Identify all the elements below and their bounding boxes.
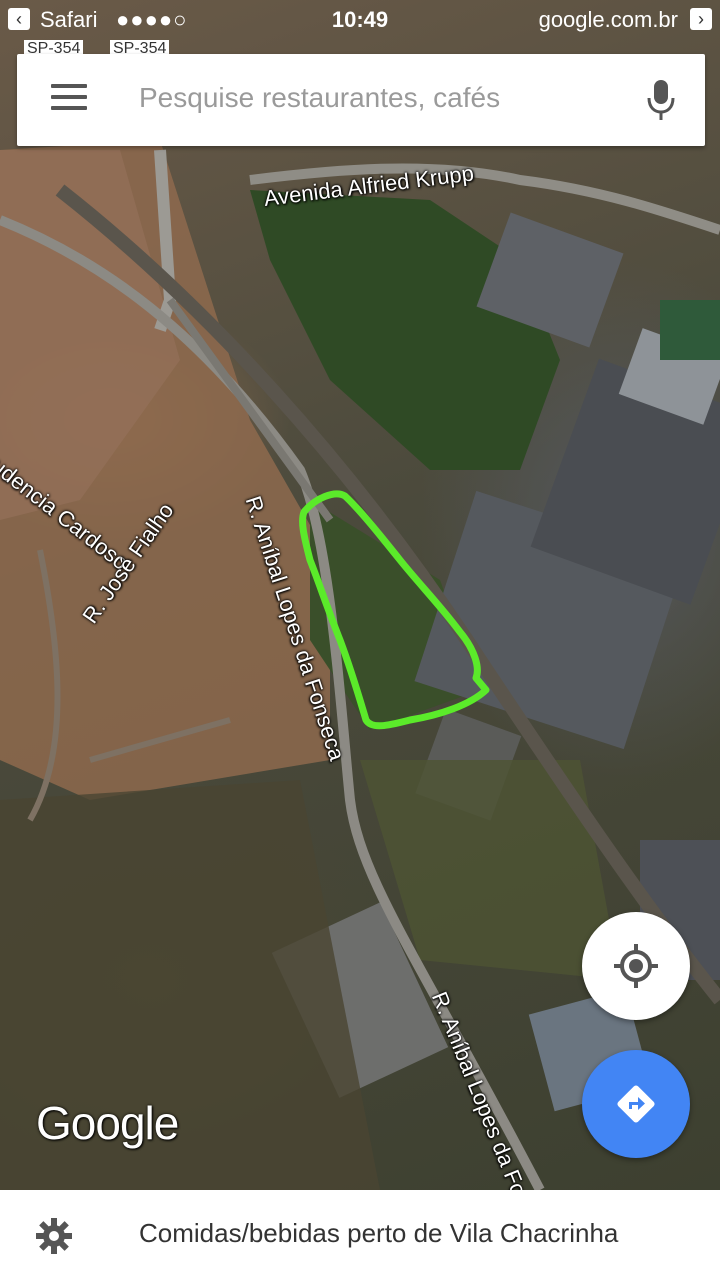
status-url: google.com.br (538, 7, 678, 32)
forward-icon[interactable]: › (690, 8, 712, 30)
directions-button[interactable] (582, 1050, 690, 1158)
status-bar: ‹ Safari ●●●●○ 10:49 google.com.br › (0, 0, 720, 40)
search-input[interactable]: Pesquise restaurantes, cafés (139, 82, 500, 114)
google-logo: Google (36, 1097, 179, 1149)
crosshair-icon (614, 944, 658, 988)
microphone-icon[interactable] (645, 78, 677, 122)
my-location-button[interactable] (582, 912, 690, 1020)
search-bar[interactable]: Pesquise restaurantes, cafés (17, 54, 705, 146)
bottom-bar[interactable]: Comidas/bebidas perto de Vila Chacrinha (0, 1190, 720, 1280)
nearby-food-drinks-label[interactable]: Comidas/bebidas perto de Vila Chacrinha (139, 1218, 618, 1249)
menu-icon[interactable] (51, 84, 87, 116)
directions-icon (617, 1085, 655, 1123)
gear-icon (36, 1218, 72, 1254)
